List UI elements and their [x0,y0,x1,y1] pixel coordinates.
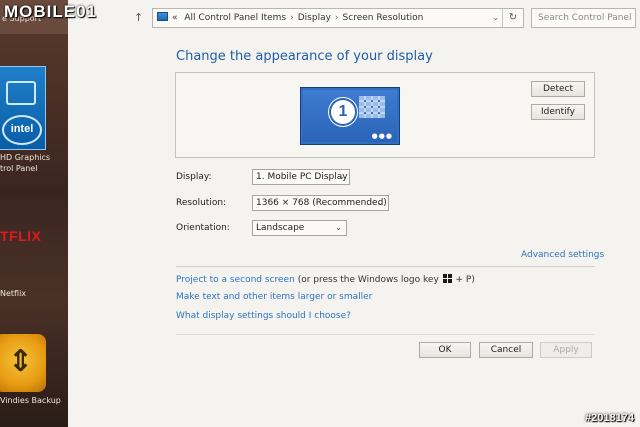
address-bar-row: ↑ « All Control Panel Items › Display › Scre… [68,6,640,30]
text-size-link[interactable]: Make text and other items larger or smal… [176,292,372,302]
control-panel-icon [157,12,168,21]
breadcrumb[interactable]: « All Control Panel Items › Display › Screen… [152,8,524,28]
cancel-button[interactable]: Cancel [479,342,533,358]
project-hint-text: (or press the Windows logo key [297,275,439,285]
page-title: Change the appearance of your display [176,49,433,64]
divider [176,334,595,335]
refresh-icon[interactable]: ↻ [502,9,523,27]
display-select-value: 1. Mobile PC Display [256,172,348,182]
intel-logo: intel [2,115,42,145]
orientation-select-value: Landscape [256,223,305,233]
intel-label-2: trol Panel [0,164,38,173]
ok-button[interactable]: OK [419,342,471,358]
display-label: Display: [176,172,212,182]
display-select[interactable]: 1. Mobile PC Display ⌄ [252,169,350,185]
monitor-icon [6,81,36,105]
netflix-logo[interactable]: TFLIX [0,228,41,244]
chevron-down-icon: ⌄ [335,223,342,232]
up-arrow-icon[interactable]: ↑ [134,11,143,24]
chevron-down-icon: ⌄ [377,198,384,207]
monitor-1-thumbnail[interactable]: 1 ●●● [300,87,400,145]
control-panel-window: ↑ « All Control Panel Items › Display › Scre… [68,0,640,427]
orientation-select[interactable]: Landscape ⌄ [252,220,347,236]
monitor-number: 1 [331,100,355,124]
chevron-down-icon[interactable]: ⌄ [492,9,499,27]
windows-logo-icon [442,274,452,283]
chevron-right-icon: › [334,13,339,23]
resolution-label: Resolution: [176,198,227,208]
backup-tile[interactable]: ⇕ [0,334,46,392]
breadcrumb-all-items[interactable]: All Control Panel Items [184,13,286,23]
chevron-right-icon: › [290,13,294,23]
advanced-settings-link[interactable]: Advanced settings [521,250,604,260]
up-down-arrow-icon: ⇕ [8,344,34,379]
chevron-down-icon: ⌄ [338,172,345,181]
watermark-photo-id: #2018174 [585,412,634,424]
taskbar-dots-icon: ●●● [371,132,393,140]
breadcrumb-screen-resolution[interactable]: Screen Resolution [343,13,424,23]
start-tiles-icon [359,96,385,118]
desktop-background: e Support intel HD Graphics trol Panel T… [0,0,68,427]
project-line: Project to a second screen (or press the… [176,274,475,285]
watermark-brand: MOBILE01 [4,2,98,21]
backup-label: Vindies Backup [0,396,61,405]
intel-graphics-tile[interactable]: intel [0,66,46,150]
breadcrumb-display[interactable]: Display [298,13,331,23]
help-link[interactable]: What display settings should I choose? [176,311,351,321]
divider [176,266,595,267]
intel-label-1: HD Graphics [0,153,51,162]
breadcrumb-overflow[interactable]: « [172,13,178,23]
detect-button[interactable]: Detect [531,81,585,97]
resolution-select-value: 1366 × 768 (Recommended) [256,198,387,208]
display-preview-panel: 1 ●●● Detect Identify [175,72,595,158]
netflix-label: Netflix [0,289,27,298]
project-second-screen-link[interactable]: Project to a second screen [176,275,295,285]
identify-button[interactable]: Identify [531,104,585,120]
apply-button[interactable]: Apply [540,342,592,358]
project-hint-suffix: + P) [455,275,475,285]
orientation-label: Orientation: [176,223,230,233]
resolution-select[interactable]: 1366 × 768 (Recommended) ⌄ [252,195,389,211]
search-input[interactable]: Search Control Panel [531,8,636,28]
